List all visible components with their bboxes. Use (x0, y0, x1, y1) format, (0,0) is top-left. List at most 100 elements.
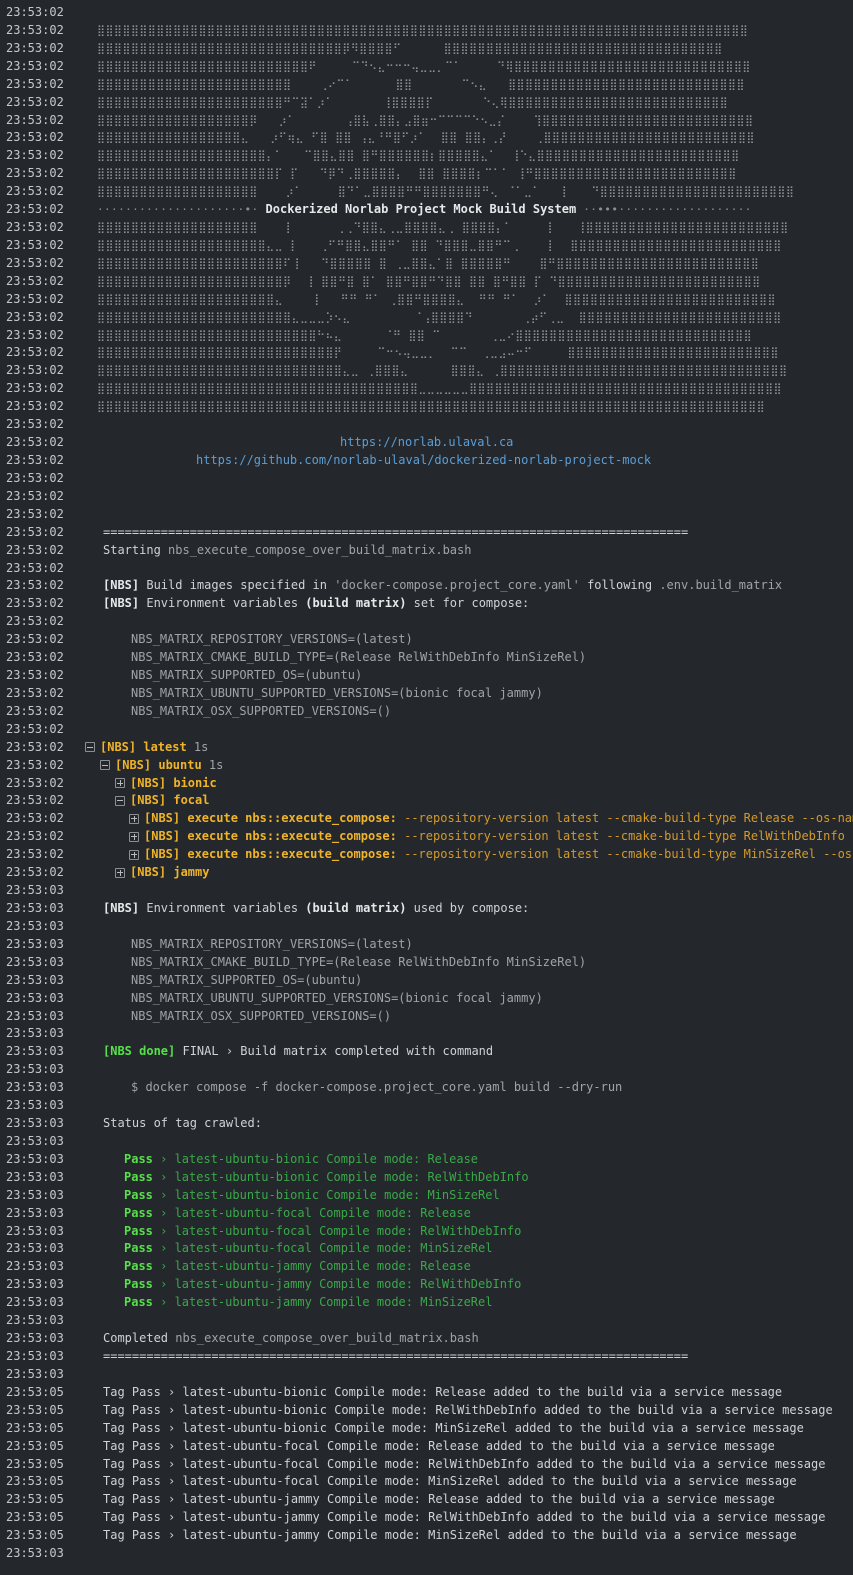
timestamp: 23:53:02 (6, 345, 64, 360)
timestamp: 23:53:02 (6, 58, 64, 73)
log-text-segment: Pass (124, 1277, 153, 1292)
log-line: 23:53:03 [NBS] Environment variables (bui… (0, 899, 853, 917)
log-line: 23:53:03 NBS_MATRIX_CMAKE_BUILD_TYPE=(Rel… (0, 953, 853, 971)
log-line: 23:53:02 ⣿⣿⣿⣿⣿⣿⣿⣿⣿⣿⣿⣿⣿⣿⣿⣿⣿⣿⣿⣿⣿⣿⣿⣄⣀⣀⣀⡱⠢⣄ ⠈… (0, 308, 853, 326)
expand-icon[interactable] (129, 849, 139, 860)
log-text-segment: 1s (186, 739, 209, 754)
log-line[interactable]: 23:53:02 [NBS] jammy (0, 863, 853, 881)
timestamp: 23:53:03 (6, 1151, 64, 1166)
timestamp: 23:53:05 (6, 1456, 64, 1471)
timestamp: 23:53:02 (6, 506, 64, 521)
log-text-segment: ========================================… (103, 1349, 689, 1363)
log-message: Pass › latest-ubuntu-bionic Compile mode… (124, 1168, 529, 1186)
log-line: 23:53:02 ⣿⣿⣿⣿⣿⣿⣿⣿⣿⣿⣿⣿⣿⣿⣿⣿⣿⣿⣿⣿⣿⣿⣿⣿⣿⣿⣿⣿⣿⡿⠻⣿… (0, 39, 853, 57)
log-text-segment: Pass (124, 1259, 153, 1274)
timestamp: 23:53:03 (6, 883, 64, 898)
timestamp: 23:53:02 (6, 847, 64, 862)
log-text-segment: [NBS] (103, 578, 140, 593)
expand-icon[interactable] (129, 831, 139, 842)
log-message: [NBS] latest 1s (85, 738, 208, 756)
log-message: [NBS] bionic (115, 774, 217, 792)
log-message: [NBS] Environment variables (build matri… (103, 594, 529, 612)
expand-icon[interactable] (115, 778, 125, 789)
log-text-segment[interactable]: https://github.com/norlab-ulaval/dockeri… (196, 453, 651, 467)
log-line: 23:53:02 ⣿⣿⣿⣿⣿⣿⣿⣿⣿⣿⣿⣿⣿⣿⣿⣿⣿⣄ ⡰⠋⢶⣄ ⠋⣿ ⣿⣿ ⢠⣄… (0, 128, 853, 146)
log-line: 23:53:03 (0, 1096, 853, 1114)
log-line[interactable]: 23:53:02 [NBS] focal (0, 791, 853, 809)
collapse-icon[interactable] (85, 742, 95, 753)
log-text-segment: FINAL › Build matrix completed with comm… (175, 1044, 494, 1059)
timestamp: 23:53:05 (6, 1492, 64, 1507)
collapse-icon[interactable] (100, 760, 110, 771)
log-text-segment: ⣿⣿⣿⣿⣿⣿⣿⣿⣿⣿⣿⣿⣿⣿⣿⣿⣿⣿⣿⣿⣿⣿⣿⣄⣀⣀⣀⡱⠢⣄ ⠈⢠⣿⣿⣿⣿⠙ ⢀… (97, 310, 782, 324)
ascii-art-line: ⣿⣿⣿⣿⣿⣿⣿⣿⣿⣿⣿⣿⣿⣿⣿⣿⣿⣿⡿ ⡰⠁ ⢠⣿⣧⢀⣿⣿⡄⣠⣿⣶⠒⠉⠉⠉⠉⠑⠢… (97, 111, 753, 129)
log-message: ·····················•· Dockerized Norla… (97, 200, 752, 218)
log-message: Tag Pass › latest-ubuntu-jammy Compile m… (103, 1508, 825, 1526)
timestamp: 23:53:02 (6, 524, 64, 539)
timestamp: 23:53:02 (6, 650, 64, 665)
log-line[interactable]: 23:53:02 [NBS] execute nbs::execute_compo… (0, 809, 853, 827)
log-message: Tag Pass › latest-ubuntu-jammy Compile m… (103, 1526, 797, 1544)
log-text-segment: ⣿⣿⣿⣿⣿⣿⣿⣿⣿⣿⣿⣿⣿⣿⣿⣿⣿⣿⣿ ⡰⠁ ⣿⠙⠁⣀⣿⣿⣿⣿⠛⠛⣿⣿⣿⣿⣿⣿⣿… (97, 185, 795, 199)
log-text-segment: ⣿⣿⣿⣿⣿⣿⣿⣿⣿⣿⣿⣿⣿⣿⣿⣿⣿⣿⣿⣿⣄⣀ ⡇ ⢀⠋⠛⣿⣿⣄⣿⣿⠛⠁ ⣿⣿ ⠙… (97, 238, 782, 252)
log-line: 23:53:05 Tag Pass › latest-ubuntu-jammy C… (0, 1526, 853, 1544)
ascii-art-line: ⣿⣿⣿⣿⣿⣿⣿⣿⣿⣿⣿⣿⣿⣿⣿⣿⣿⣿⣿⣿⣿⡏ ⡏ ⠙⡿⠙⢀⣿⣿⣿⣿⣿⡄ ⣿⣿ ⣿… (97, 164, 737, 182)
log-text-segment: 'docker-compose.project_core.yaml' (334, 578, 580, 593)
log-text-segment: ⣿⣿⣿⣿⣿⣿⣿⣿⣿⣿⣿⣿⣿⣿⣿⣿⣿⣿⣿⣿⣿⣿⣿⣿⣿⣿⣿⣿⣿⡿⠻⣿⣿⣿⣿⠋ ⣿⣿⣿… (97, 41, 723, 55)
log-text-segment: [NBS] latest (100, 739, 187, 754)
collapse-icon[interactable] (115, 795, 125, 806)
log-text-segment[interactable]: https://norlab.ulaval.ca (340, 435, 513, 449)
log-line: 23:53:03 Pass › latest-ubuntu-focal Compi… (0, 1204, 853, 1222)
timestamp: 23:53:02 (6, 560, 64, 575)
log-line: 23:53:05 Tag Pass › latest-ubuntu-focal C… (0, 1472, 853, 1490)
log-message: https://github.com/norlab-ulaval/dockeri… (196, 451, 651, 469)
log-message: NBS_MATRIX_CMAKE_BUILD_TYPE=(Release Rel… (131, 953, 586, 971)
timestamp: 23:53:02 (6, 22, 64, 37)
log-line[interactable]: 23:53:02 [NBS] execute nbs::execute_compo… (0, 845, 853, 863)
log-message: [NBS] execute nbs::execute_compose: --re… (129, 827, 853, 845)
timestamp: 23:53:02 (6, 542, 64, 557)
log-text-segment: Environment variables (139, 901, 306, 915)
log-line: 23:53:05 Tag Pass › latest-ubuntu-bionic … (0, 1401, 853, 1419)
log-line: 23:53:03 NBS_MATRIX_REPOSITORY_VERSIONS=(… (0, 935, 853, 953)
expand-icon[interactable] (129, 813, 139, 824)
timestamp: 23:53:02 (6, 291, 64, 306)
timestamp: 23:53:02 (6, 578, 64, 593)
log-line: 23:53:02 ⣿⣿⣿⣿⣿⣿⣿⣿⣿⣿⣿⣿⣿⣿⣿⣿⣿⣿⣿⣿⣿⣿⡿ ⢸ ⣿⣿⠛⣿ ⣿… (0, 272, 853, 290)
log-message: Pass › latest-ubuntu-jammy Compile mode:… (124, 1275, 521, 1293)
timestamp: 23:53:03 (6, 1062, 64, 1077)
log-line[interactable]: 23:53:02 [NBS] execute nbs::execute_compo… (0, 827, 853, 845)
log-text-segment: Pass (124, 1205, 153, 1220)
log-text-segment: › latest-ubuntu-focal Compile mode: MinS… (152, 1241, 493, 1256)
log-text-segment: Dockerized Norlab Project Mock Build Sys… (265, 202, 577, 217)
log-line: 23:53:02 (0, 559, 853, 577)
timestamp: 23:53:02 (6, 273, 64, 288)
log-line: 23:53:03 [NBS done] FINAL › Build matrix … (0, 1042, 853, 1060)
timestamp: 23:53:02 (6, 811, 64, 826)
log-message: Starting nbs_execute_compose_over_build_… (103, 541, 471, 559)
expand-icon[interactable] (115, 867, 125, 878)
timestamp: 23:53:02 (6, 130, 64, 145)
timestamp: 23:53:03 (6, 1313, 64, 1328)
log-text-segment: ⣿⣿⣿⣿⣿⣿⣿⣿⣿⣿⣿⣿⣿⣿⣿⣿⣿⣿⣿⣿⣿⣿⣿⣿⣿⣿⣿⣿⣿⣿⣿⣿⣿⣿⣿⣿⣿⣿⣿⣿… (97, 23, 749, 37)
log-text-segment: Tag Pass › latest-ubuntu-bionic Compile … (103, 1384, 783, 1399)
log-message: Pass › latest-ubuntu-focal Compile mode:… (124, 1204, 471, 1222)
timestamp: 23:53:02 (6, 255, 64, 270)
build-log: 23:53:02 23:53:02 ⣿⣿⣿⣿⣿⣿⣿⣿⣿⣿⣿⣿⣿⣿⣿⣿⣿⣿⣿⣿⣿⣿⣿⣿… (0, 0, 853, 1575)
log-text-segment: ⣿⣿⣿⣿⣿⣿⣿⣿⣿⣿⣿⣿⣿⣿⣿⣿⣿⣿⣿ ⡇ ⢀⢀⠙⣿⣿⣄⢀⣀⣿⣿⣿⣿⣄⢀ ⣿⣿⣿… (97, 221, 789, 235)
log-message: [NBS] jammy (115, 863, 209, 881)
log-line: 23:53:03 (0, 1311, 853, 1329)
log-line[interactable]: 23:53:02 [NBS] bionic (0, 774, 853, 792)
log-message: Pass › latest-ubuntu-jammy Compile mode:… (124, 1257, 471, 1275)
log-line: 23:53:03 Status of tag crawled: (0, 1114, 853, 1132)
log-line[interactable]: 23:53:02 [NBS] latest 1s (0, 738, 853, 756)
log-message: Pass › latest-ubuntu-bionic Compile mode… (124, 1150, 478, 1168)
log-line[interactable]: 23:53:02 [NBS] ubuntu 1s (0, 756, 853, 774)
log-text-segment: Starting (103, 542, 169, 557)
log-text-segment: ⣿⣿⣿⣿⣿⣿⣿⣿⣿⣿⣿⣿⣿⣿⣿⣿⣿⣿⣿⣿⣿⣿⣿⣿⣿⣿⠓⠦⣄ ⠈⠛ ⣿⣿ ⠉ ⢀⣀… (97, 328, 753, 342)
log-message: Pass › latest-ubuntu-focal Compile mode:… (124, 1239, 492, 1257)
timestamp: 23:53:03 (6, 1241, 64, 1256)
log-line: 23:53:05 Tag Pass › latest-ubuntu-focal C… (0, 1455, 853, 1473)
log-message: NBS_MATRIX_OSX_SUPPORTED_VERSIONS=() (131, 1007, 391, 1025)
ascii-art-line: ⣿⣿⣿⣿⣿⣿⣿⣿⣿⣿⣿⣿⣿⣿⣿⣿⣿⣿⣿⣿⡄⠁ ⠉⣿⣿⣄⣿⣿ ⣿⠛⣿⣿⣿⣿⣿⣿⡆⣿… (97, 146, 740, 164)
